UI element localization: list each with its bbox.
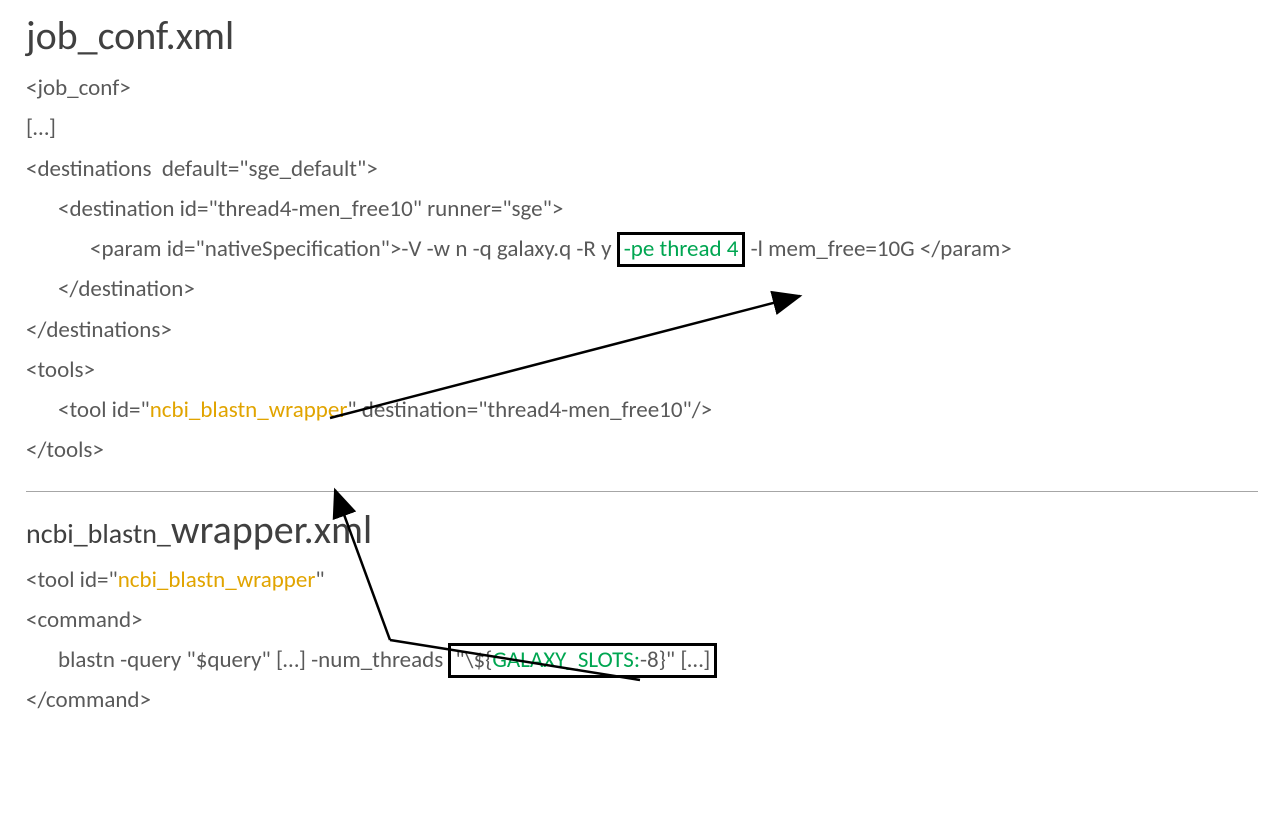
line: </destinations> xyxy=(26,316,172,344)
box-text: -8}" […] xyxy=(640,646,710,674)
line: </destination> xyxy=(26,269,195,309)
line: […] xyxy=(26,114,56,142)
green-text: -pe thread 4 xyxy=(624,235,739,263)
line-part: " destination="thread4-men_free10"/> xyxy=(347,396,712,424)
highlighted-box-pe-thread: -pe thread 4 xyxy=(617,232,746,267)
line-part: blastn -query "$query" […] -num_threads xyxy=(26,640,448,680)
highlighted-box-galaxy-slots: "\${GALAXY_SLOTS:-8}" […] xyxy=(448,643,717,678)
orange-text: ncbi_blastn_wrapper xyxy=(118,566,316,594)
code-block-2: <tool id="ncbi_blastn_wrapper" <command>… xyxy=(26,560,1258,721)
line-part: <tool id=" xyxy=(26,566,118,594)
line: <command> xyxy=(26,606,143,634)
section1-title: job_conf.xml xyxy=(26,12,1258,60)
line: <job_conf> xyxy=(26,74,131,102)
section2-title: ncbi_blastn_wrapper.xml xyxy=(26,506,1258,554)
line: <destinations default="sge_default"> xyxy=(26,155,378,183)
code-block-1: <job_conf> […] <destinations default="sg… xyxy=(26,68,1258,471)
title-small-part: ncbi_blastn_ xyxy=(26,516,171,551)
title-big-part: wrapper.xml xyxy=(171,505,372,554)
line-part: <tool id=" xyxy=(26,390,150,430)
line-part: -l mem_free=10G </param> xyxy=(745,235,1011,263)
green-text: GALAXY_SLOTS: xyxy=(492,646,640,674)
line: </command> xyxy=(26,686,151,714)
divider-line xyxy=(26,491,1258,492)
line: <destination id="thread4-men_free10" run… xyxy=(26,189,563,229)
line-part: " xyxy=(315,566,324,594)
line: </tools> xyxy=(26,436,104,464)
orange-text: ncbi_blastn_wrapper xyxy=(150,396,348,424)
box-text: "\${ xyxy=(455,646,492,674)
line: <tools> xyxy=(26,356,95,384)
line-part: <param id="nativeSpecification">-V -w n … xyxy=(26,229,617,269)
